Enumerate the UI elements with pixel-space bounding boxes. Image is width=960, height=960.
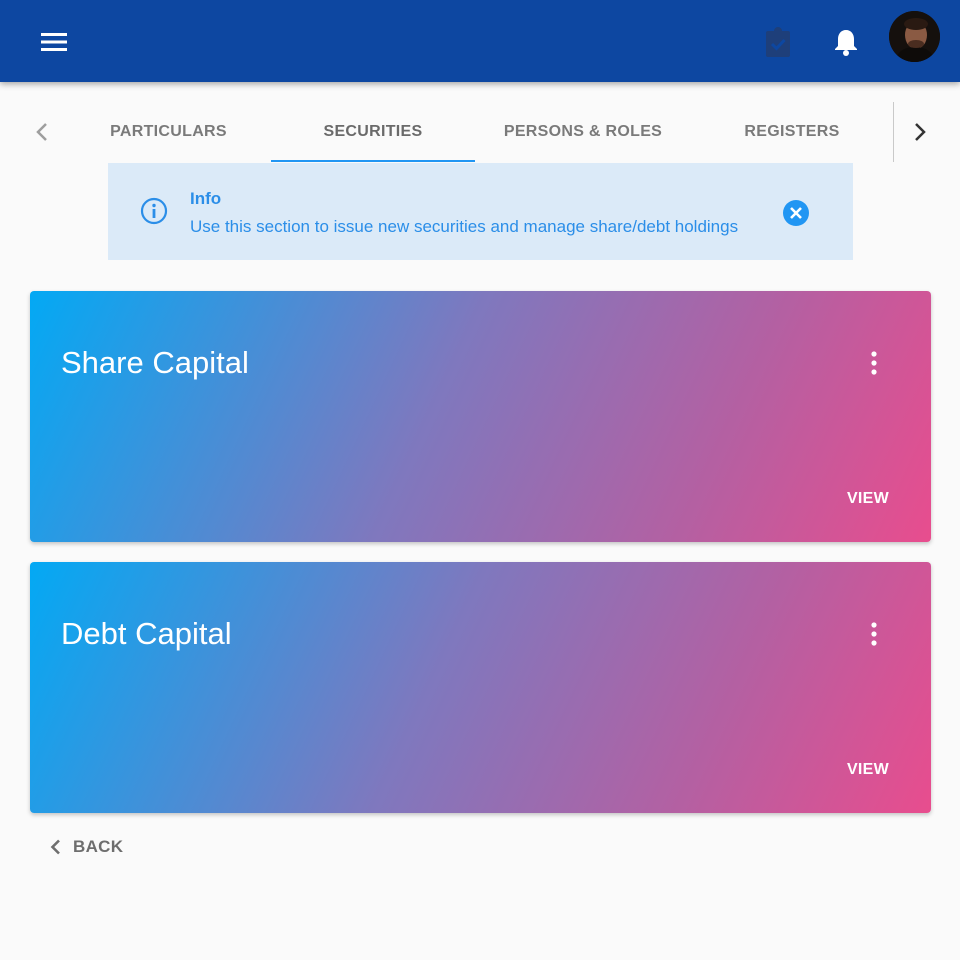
menu-button[interactable]: [30, 22, 78, 62]
info-icon: [140, 197, 168, 225]
tab-securities[interactable]: SECURITIES: [271, 100, 475, 164]
notifications-button[interactable]: [824, 22, 868, 62]
chevron-left-icon: [50, 839, 60, 855]
tab-registers[interactable]: REGISTERS: [691, 100, 893, 164]
card-more-button[interactable]: [856, 343, 892, 383]
view-button[interactable]: VIEW: [836, 754, 900, 786]
card-title: Share Capital: [61, 345, 249, 380]
share-capital-card: Share Capital VIEW: [30, 291, 931, 542]
tabs-scroll-right-button[interactable]: [896, 100, 944, 164]
card-more-button[interactable]: [856, 614, 892, 654]
more-vertical-icon: [871, 622, 877, 646]
tabs-scroll-left-button[interactable]: [18, 100, 66, 164]
close-icon[interactable]: [782, 199, 810, 227]
bell-icon: [835, 30, 857, 56]
menu-icon: [41, 33, 67, 51]
user-photo-icon: [889, 11, 940, 62]
info-alert-message: Use this section to issue new securities…: [190, 217, 739, 236]
info-alert-title: Info: [190, 189, 222, 208]
more-vertical-icon: [871, 351, 877, 375]
tab-persons-roles[interactable]: PERSONS & ROLES: [475, 100, 691, 164]
tab-particulars[interactable]: PARTICULARS: [66, 100, 271, 164]
debt-capital-card: Debt Capital VIEW: [30, 562, 931, 813]
back-button[interactable]: BACK: [40, 828, 133, 866]
section-tabs: PARTICULARS SECURITIES PERSONS & ROLES R…: [0, 100, 960, 164]
active-tab-indicator: [271, 160, 475, 162]
tasks-button[interactable]: [756, 22, 800, 62]
back-label: BACK: [73, 837, 124, 856]
top-app-bar: [0, 0, 960, 82]
chevron-left-icon: [36, 123, 47, 141]
info-alert: Info Use this section to issue new secur…: [108, 163, 853, 260]
card-title: Debt Capital: [61, 616, 232, 651]
tabs-divider: [893, 102, 894, 162]
chevron-right-icon: [915, 123, 926, 141]
clipboard-check-icon: [766, 27, 790, 57]
user-avatar[interactable]: [889, 11, 940, 62]
view-button[interactable]: VIEW: [836, 483, 900, 515]
